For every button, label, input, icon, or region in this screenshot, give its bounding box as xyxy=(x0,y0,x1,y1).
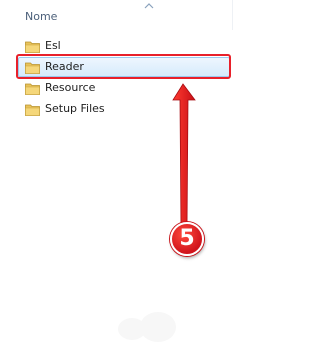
step-number-badge: 5 xyxy=(170,222,204,256)
list-item-reader[interactable]: Reader xyxy=(18,57,230,77)
column-divider[interactable] xyxy=(232,0,233,30)
name-column-header[interactable]: Nome xyxy=(25,10,57,23)
list-item-resource[interactable]: Resource xyxy=(18,78,230,98)
list-item-esl[interactable]: Esl xyxy=(18,36,230,56)
list-item-label: Setup Files xyxy=(45,102,105,115)
list-item-label: Esl xyxy=(45,39,61,52)
folder-icon xyxy=(25,41,40,53)
list-item-setup-files[interactable]: Setup Files xyxy=(18,99,230,119)
file-list-pane: Nome Esl Reader Resource Setup Files 5 xyxy=(0,0,241,355)
sort-ascending-icon xyxy=(144,3,154,9)
list-item-label: Resource xyxy=(45,81,96,94)
column-header: Nome xyxy=(0,0,241,30)
folder-icon xyxy=(25,104,40,116)
list-item-label: Reader xyxy=(45,60,84,73)
folder-icon xyxy=(25,83,40,95)
folder-icon xyxy=(25,62,40,74)
background-smudge xyxy=(140,312,176,342)
